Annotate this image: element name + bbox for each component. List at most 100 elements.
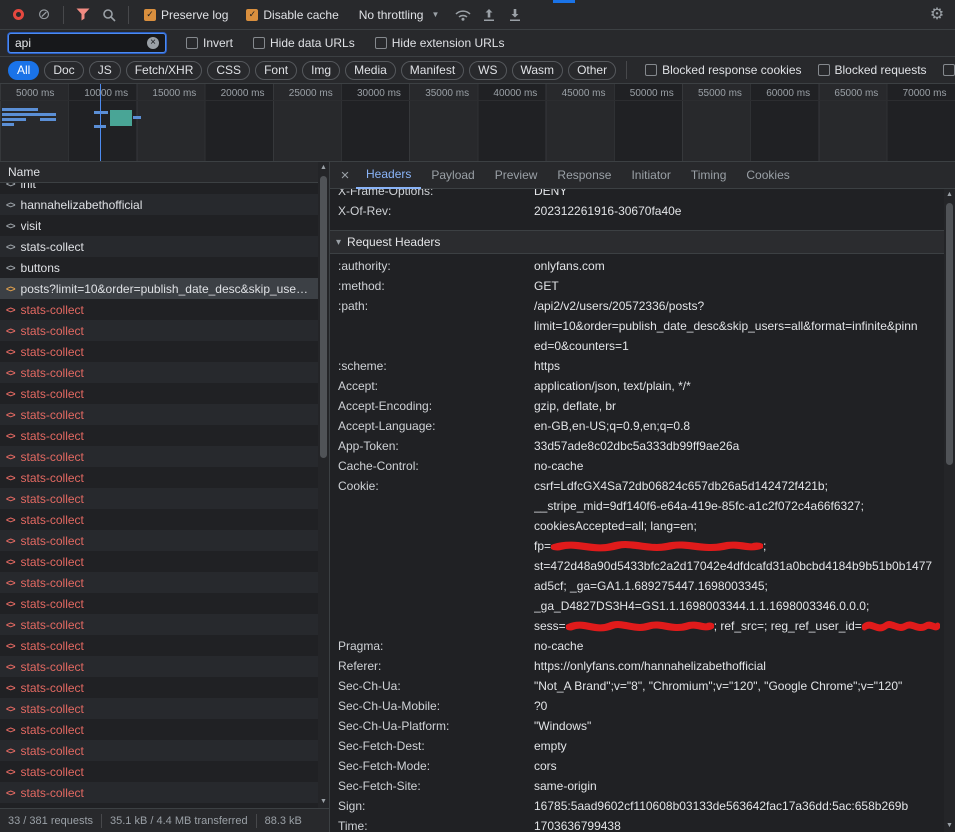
request-row[interactable]: <> stats-collect xyxy=(0,320,318,341)
header-value: https://onlyfans.com/hannahelizabethoffi… xyxy=(534,656,944,676)
header-value-line: csrf=LdfcGX4Sa72db06824c657db26a5d142472… xyxy=(534,476,944,496)
request-row[interactable]: <>stats-collect xyxy=(0,236,318,257)
request-headers-section[interactable]: ▾ Request Headers xyxy=(330,230,944,254)
import-har-button[interactable] xyxy=(503,3,527,27)
filter-toggle-button[interactable] xyxy=(71,3,95,27)
request-row[interactable]: <>hannahelizabethofficial xyxy=(0,194,318,215)
type-chip-doc[interactable]: Doc xyxy=(44,61,83,80)
header-row: Sec-Fetch-Mode:cors xyxy=(330,756,944,776)
tab-response[interactable]: Response xyxy=(547,162,621,189)
settings-button[interactable]: ⚙ xyxy=(925,3,949,27)
throttling-select[interactable]: No throttling ▼ xyxy=(359,8,440,22)
scroll-up-icon[interactable]: ▲ xyxy=(944,189,955,201)
timeline-overview[interactable]: 5000 ms10000 ms15000 ms20000 ms25000 ms3… xyxy=(0,84,955,162)
search-button[interactable] xyxy=(97,3,121,27)
tab-timing[interactable]: Timing xyxy=(681,162,737,189)
request-row[interactable]: <>stats-collect xyxy=(0,467,318,488)
file-type-icon: <> xyxy=(6,788,15,798)
extra-filter-toggle[interactable]: Blocked requests xyxy=(818,63,927,77)
request-row[interactable]: <>stats-collect xyxy=(0,698,318,719)
request-row[interactable]: <>stats-collect xyxy=(0,551,318,572)
request-row[interactable]: <>stats-collect xyxy=(0,572,318,593)
clear-filter-icon[interactable]: × xyxy=(147,37,159,49)
request-row[interactable]: <>stats-collect xyxy=(0,446,318,467)
request-row[interactable]: <>stats-collect xyxy=(0,635,318,656)
type-chip-media[interactable]: Media xyxy=(345,61,396,80)
request-row[interactable]: <>stats-collect xyxy=(0,677,318,698)
file-type-icon: <> xyxy=(6,515,15,525)
request-row[interactable]: <>stats-collect xyxy=(0,740,318,761)
type-chip-wasm[interactable]: Wasm xyxy=(512,61,564,80)
type-chip-css[interactable]: CSS xyxy=(207,61,250,80)
clear-button[interactable]: ⊘ xyxy=(32,3,56,27)
scrollbar-thumb[interactable] xyxy=(946,203,953,465)
request-row[interactable]: <>buttons xyxy=(0,257,318,278)
close-details-button[interactable]: × xyxy=(334,167,356,184)
type-chip-img[interactable]: Img xyxy=(302,61,340,80)
header-value: ?0 xyxy=(534,696,944,716)
request-row[interactable]: <>stats-collect xyxy=(0,782,318,803)
header-value-line: application/json, text/plain, */* xyxy=(534,376,944,396)
request-row[interactable]: <>stats-collect xyxy=(0,341,318,362)
record-button[interactable] xyxy=(6,3,30,27)
timeline-tick-label: 25000 ms xyxy=(289,88,333,99)
tab-initiator[interactable]: Initiator xyxy=(621,162,680,189)
header-row: Sign:16785:5aad9602cf110608b03133de56364… xyxy=(330,796,944,816)
type-chip-ws[interactable]: WS xyxy=(469,61,506,80)
request-row[interactable]: <>stats-collect xyxy=(0,425,318,446)
header-row: Sec-Ch-Ua-Mobile:?0 xyxy=(330,696,944,716)
request-row[interactable]: <>stats-collect xyxy=(0,383,318,404)
network-conditions-button[interactable] xyxy=(451,3,475,27)
scroll-down-icon[interactable]: ▼ xyxy=(944,820,955,832)
tab-payload[interactable]: Payload xyxy=(421,162,484,189)
tab-preview[interactable]: Preview xyxy=(485,162,548,189)
scroll-down-icon[interactable]: ▼ xyxy=(318,796,329,808)
request-row[interactable]: <>stats-collect xyxy=(0,656,318,677)
header-value-line: st=472d48a90d5433bfc2a2d17042e4dfdcafd31… xyxy=(534,556,944,576)
request-list-scrollbar[interactable]: ▲ ▼ xyxy=(318,162,329,808)
details-scrollbar[interactable]: ▲ ▼ xyxy=(944,189,955,832)
request-row[interactable]: <>visit xyxy=(0,215,318,236)
name-column-header[interactable]: Name xyxy=(0,162,318,183)
request-name: stats-collect xyxy=(21,324,84,338)
type-chip-font[interactable]: Font xyxy=(255,61,297,80)
request-row[interactable]: <>stats-collect xyxy=(0,299,318,320)
request-row[interactable]: <>init xyxy=(0,183,318,194)
timeline-tick-label: 70000 ms xyxy=(903,88,947,99)
scrollbar-thumb[interactable] xyxy=(320,176,327,458)
tab-headers[interactable]: Headers xyxy=(356,162,421,189)
request-row[interactable]: <>posts?limit=10&order=publish_date_desc… xyxy=(0,278,318,299)
header-row: :path:/api2/v2/users/20572336/posts?limi… xyxy=(330,296,944,356)
hide-extension-urls-toggle[interactable]: Hide extension URLs xyxy=(375,36,505,50)
type-chip-other[interactable]: Other xyxy=(568,61,616,80)
request-row[interactable]: <>stats-collect xyxy=(0,362,318,383)
request-row[interactable]: <>stats-collect xyxy=(0,614,318,635)
scroll-up-icon[interactable]: ▲ xyxy=(318,162,329,174)
redaction-scribble xyxy=(862,620,940,632)
request-row[interactable]: <>stats-collect xyxy=(0,719,318,740)
type-chip-js[interactable]: JS xyxy=(89,61,121,80)
preserve-log-toggle[interactable]: ✓ Preserve log xyxy=(144,8,228,22)
export-har-button[interactable] xyxy=(477,3,501,27)
request-row[interactable]: <>stats-collect xyxy=(0,593,318,614)
extra-filter-toggle[interactable]: 3rd-party requests xyxy=(943,63,955,77)
request-row[interactable]: <>stats-collect xyxy=(0,404,318,425)
filter-input[interactable]: api × xyxy=(8,33,166,53)
file-type-icon: <> xyxy=(6,326,15,336)
request-row[interactable]: <>stats-collect xyxy=(0,488,318,509)
request-name: init xyxy=(21,183,36,191)
disable-cache-toggle[interactable]: ✓ Disable cache xyxy=(246,8,338,22)
request-row[interactable]: <>stats-collect xyxy=(0,761,318,782)
request-row[interactable]: <>stats-collect xyxy=(0,509,318,530)
header-row: Time:1703636799438 xyxy=(330,816,944,832)
tab-cookies[interactable]: Cookies xyxy=(736,162,799,189)
type-chip-all[interactable]: All xyxy=(8,61,39,80)
type-chip-fetch-xhr[interactable]: Fetch/XHR xyxy=(126,61,203,80)
invert-toggle[interactable]: Invert xyxy=(186,36,233,50)
type-chip-manifest[interactable]: Manifest xyxy=(401,61,464,80)
header-value-line: same-origin xyxy=(534,776,944,796)
extra-filter-toggle[interactable]: Blocked response cookies xyxy=(645,63,801,77)
hide-data-urls-toggle[interactable]: Hide data URLs xyxy=(253,36,355,50)
header-name: Sec-Ch-Ua-Mobile: xyxy=(330,696,534,716)
request-row[interactable]: <>stats-collect xyxy=(0,530,318,551)
